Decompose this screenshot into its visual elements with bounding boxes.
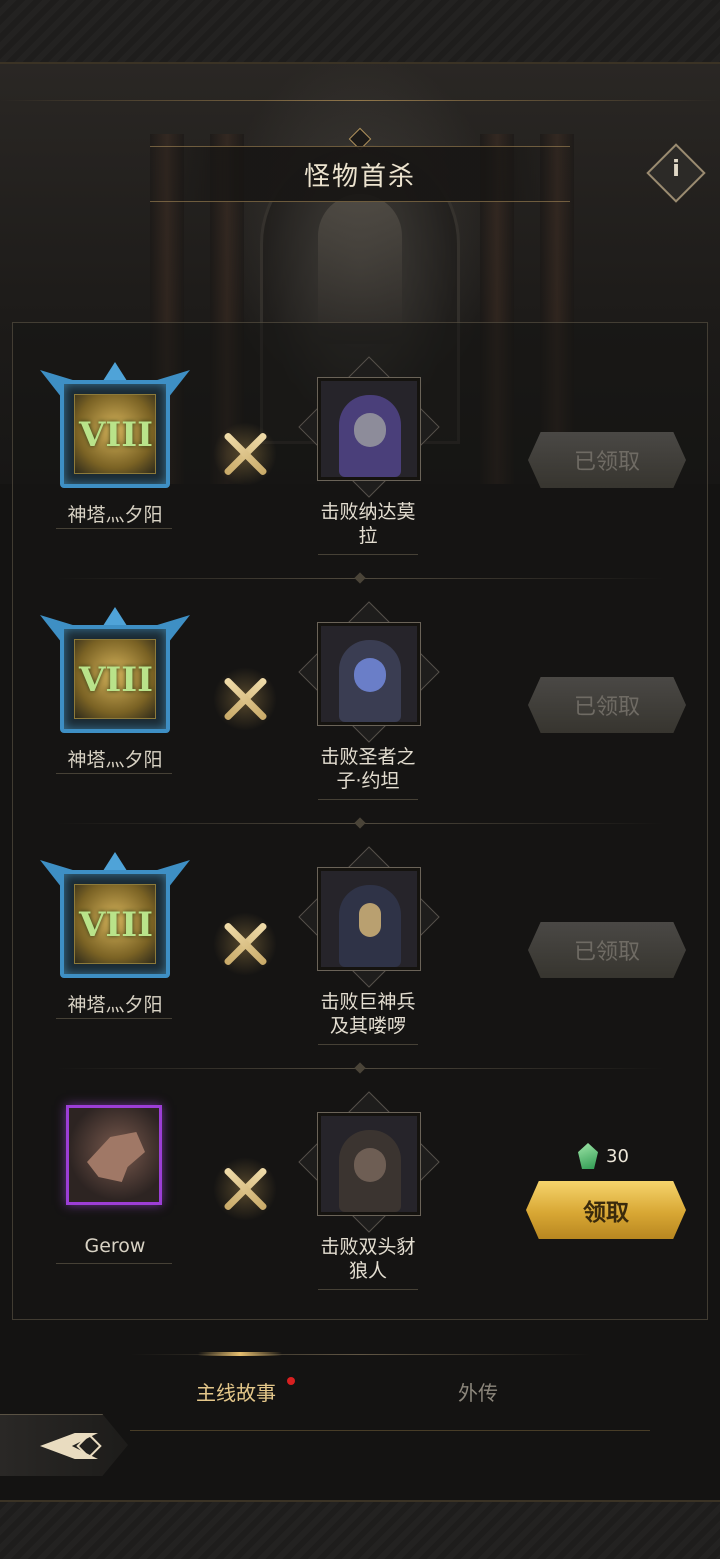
top-border [0,0,720,64]
header-decor-line [0,100,720,101]
boss-label: 击败巨神兵 及其喽啰 [320,991,416,1037]
crossed-swords-icon [213,912,277,976]
first-kill-row: VIII 神塔灬夕阳 击败纳达莫拉 已领取 [0,322,720,566]
boss-label: 击败圣者之 子·约坦 [320,746,416,792]
boss-portrait[interactable] [298,356,440,498]
stage-emblem-icon: VIII [40,362,190,492]
boss-portrait[interactable] [298,601,440,743]
stage-label: 神塔灬夕阳 [67,994,163,1016]
tab-side-story[interactable]: 外传 [458,1377,498,1406]
help-button[interactable]: ⅰ [646,143,706,203]
notification-dot [287,1377,295,1385]
crossed-swords-icon [213,1157,277,1221]
boss-label: 击败双头豺 狼人 [320,1236,416,1282]
stage-emblem-icon: VIII [40,607,190,737]
crossed-swords-icon [213,667,277,731]
first-kill-row: Gerow 击败双头豺 狼人 30 领取 [0,1057,720,1301]
back-button[interactable] [0,1414,128,1476]
stage-label: 神塔灬夕阳 [67,749,163,771]
first-kill-row: VIII 神塔灬夕阳 击败圣者之 子·约坦 已领取 [0,567,720,811]
claimed-button[interactable]: 已领取 [528,432,686,488]
first-kill-row: VIII 神塔灬夕阳 击败巨神兵 及其喽啰 已领取 [0,812,720,1056]
reward-count: 30 [606,1145,629,1167]
boss-label: 击败纳达莫拉 [320,501,416,547]
boss-portrait[interactable] [298,846,440,988]
beast-icon [87,1132,145,1182]
claimed-button[interactable]: 已领取 [528,677,686,733]
boss-portrait[interactable] [298,1091,440,1233]
footer-decor [130,1430,650,1470]
title-plate: 怪物首杀 [150,146,570,202]
page-title: 怪物首杀 [303,161,416,192]
crossed-swords-icon [213,422,277,486]
reward-display: 30 [578,1141,629,1171]
stage-label: 神塔灬夕阳 [67,504,163,526]
info-icon: ⅰ [672,157,680,182]
hero-label: Gerow [84,1235,146,1257]
bottom-border [0,1500,720,1559]
stage-emblem-icon: VIII [40,852,190,982]
claim-button[interactable]: 领取 [526,1181,686,1239]
claimed-button[interactable]: 已领取 [528,922,686,978]
tab-main-story[interactable]: 主线故事 [196,1377,276,1406]
hero-portrait[interactable] [66,1105,162,1205]
green-gem-icon [578,1143,598,1169]
active-tab-indicator [198,1352,282,1356]
